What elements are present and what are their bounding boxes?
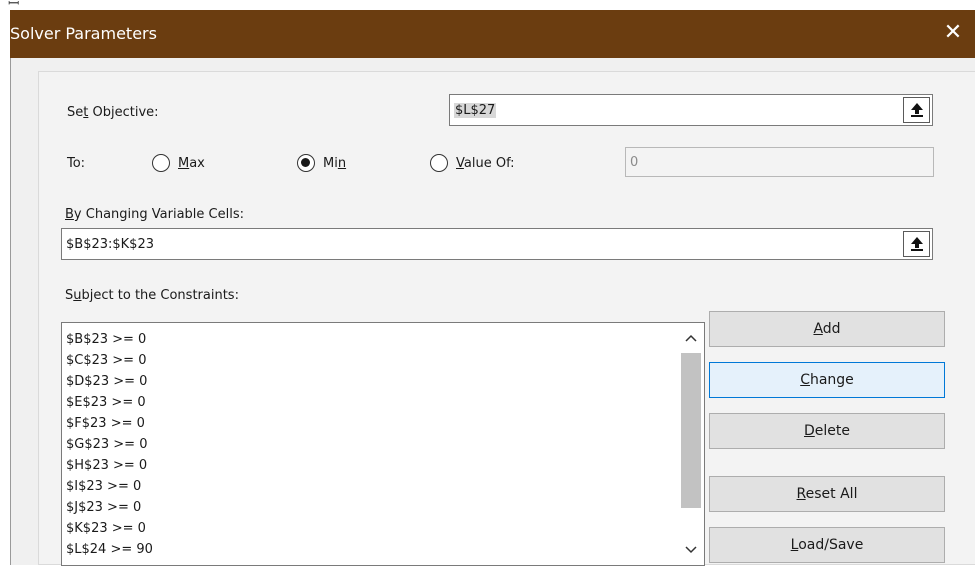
to-label: To: (67, 156, 86, 171)
constraint-item[interactable]: $K$23 >= 0 (66, 518, 153, 539)
set-objective-input[interactable]: $L$27 (449, 94, 933, 126)
collapse-arrow-icon (911, 237, 923, 251)
constraint-item[interactable]: $F$23 >= 0 (66, 413, 153, 434)
background-strip: ꟷ (0, 0, 975, 12)
dialog-body: Set Objective: $L$27 To: Max Min Value O… (10, 58, 975, 566)
value-of-radio-label: Value Of: (456, 155, 515, 171)
constraints-label: Subject to the Constraints: (65, 288, 239, 303)
load-save-button[interactable]: Load/Save (709, 527, 945, 563)
objective-collapse-button[interactable] (903, 97, 930, 123)
max-radio-label: Max (178, 155, 205, 171)
changing-cells-value: $B$23:$K$23 (66, 237, 154, 252)
reset-all-button[interactable]: Reset All (709, 476, 945, 512)
changing-collapse-button[interactable] (903, 231, 930, 257)
min-radio-circle[interactable] (297, 154, 315, 172)
constraint-item[interactable]: $C$23 >= 0 (66, 350, 153, 371)
constraint-item[interactable]: $E$23 >= 0 (66, 392, 153, 413)
constraint-item[interactable]: $D$23 >= 0 (66, 371, 153, 392)
changing-cells-label: By Changing Variable Cells: (65, 207, 244, 222)
max-radio-circle[interactable] (152, 154, 170, 172)
set-objective-value: $L$27 (454, 103, 497, 118)
constraint-item[interactable]: $I$23 >= 0 (66, 476, 153, 497)
close-icon[interactable]: ✕ (941, 18, 965, 48)
value-of-radio[interactable]: Value Of: (430, 154, 515, 172)
delete-button[interactable]: Delete (709, 413, 945, 449)
value-of-radio-circle[interactable] (430, 154, 448, 172)
add-button[interactable]: Add (709, 311, 945, 347)
changing-cells-input[interactable]: $B$23:$K$23 (61, 228, 933, 260)
set-objective-label: Set Objective: (67, 105, 159, 120)
constraint-item[interactable]: $L$24 >= 90 (66, 539, 153, 560)
constraints-list: $B$23 >= 0 $C$23 >= 0 $D$23 >= 0 $E$23 >… (66, 329, 153, 560)
constraints-listbox[interactable]: $B$23 >= 0 $C$23 >= 0 $D$23 >= 0 $E$23 >… (61, 322, 705, 566)
constraints-scrollbar[interactable] (678, 323, 704, 565)
collapse-arrow-icon (911, 103, 923, 117)
constraint-item[interactable]: $G$23 >= 0 (66, 434, 153, 455)
scroll-down-icon[interactable] (678, 539, 704, 561)
min-radio-label: Min (323, 155, 347, 171)
constraint-item[interactable]: $H$23 >= 0 (66, 455, 153, 476)
dialog-title: Solver Parameters (10, 24, 157, 43)
constraint-item[interactable]: $B$23 >= 0 (66, 329, 153, 350)
max-radio[interactable]: Max (152, 154, 205, 172)
min-radio[interactable]: Min (297, 154, 346, 172)
constraint-item[interactable]: $J$23 >= 0 (66, 497, 153, 518)
parameters-group: Set Objective: $L$27 To: Max Min Value O… (38, 71, 975, 566)
scrollbar-thumb[interactable] (681, 353, 701, 508)
change-button[interactable]: Change (709, 362, 945, 398)
scroll-up-icon[interactable] (678, 327, 704, 349)
dialog-titlebar[interactable]: Solver Parameters ✕ (10, 10, 975, 58)
value-of-input[interactable]: 0 (625, 147, 934, 177)
value-of-value: 0 (630, 155, 639, 170)
